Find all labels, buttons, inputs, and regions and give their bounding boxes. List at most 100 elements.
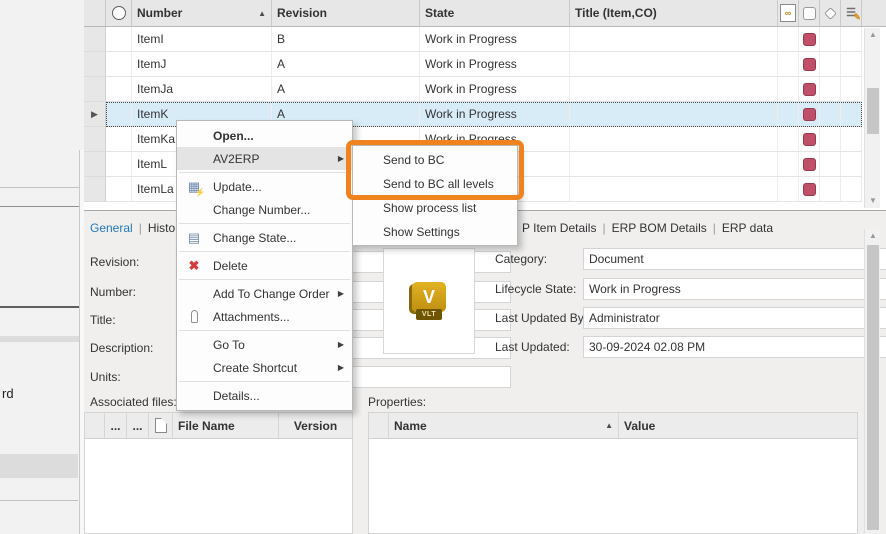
cell-icon	[778, 127, 799, 151]
cell-select[interactable]	[106, 52, 132, 76]
properties-table-header: Name▲ Value	[369, 413, 857, 439]
scroll-up-icon[interactable]: ▲	[865, 229, 881, 243]
select-all-column-header[interactable]	[106, 0, 132, 26]
table-row[interactable]: ItemJaAWork in Progress	[84, 77, 886, 102]
menu-item-update[interactable]: Update...	[177, 175, 352, 198]
menu-item-label: Create Shortcut	[213, 361, 297, 375]
column-header-tags[interactable]	[820, 0, 841, 26]
files-header-icon-col[interactable]	[149, 413, 173, 438]
menu-item-change-number[interactable]: Change Number...	[177, 198, 352, 221]
cell-title	[570, 152, 778, 176]
field-label-number: Number:	[90, 285, 136, 299]
properties-header-value[interactable]: Value	[619, 413, 857, 438]
cell-select[interactable]	[106, 127, 132, 151]
left-panel-item[interactable]	[0, 454, 78, 478]
menu-item-av2erp[interactable]: AV2ERP▶	[177, 147, 352, 170]
files-header-file-name[interactable]: File Name	[173, 413, 279, 438]
menu-item-label: Attachments...	[213, 310, 290, 324]
cell-icon	[820, 177, 841, 201]
table-row[interactable]: ItemJAWork in Progress	[84, 52, 886, 77]
menu-item-change-state[interactable]: Change State...	[177, 226, 352, 249]
submenu-item-show-process-list[interactable]: Show process list	[353, 196, 517, 220]
properties-header-gutter	[369, 413, 389, 438]
column-header-number[interactable]: Number▲	[132, 0, 272, 26]
menu-item-details[interactable]: Details...	[177, 384, 352, 407]
row-cells: ItemJaAWork in Progress	[106, 77, 862, 102]
menu-item-create-shortcut[interactable]: Create Shortcut▶	[177, 356, 352, 379]
menu-item-label: Update...	[213, 180, 262, 194]
field-value-last-updated[interactable]: 30-09-2024 02.08 PM	[583, 336, 886, 358]
cell-select[interactable]	[106, 177, 132, 201]
scrollbar-thumb[interactable]	[867, 245, 879, 530]
cell-icon	[778, 152, 799, 176]
menu-item-delete[interactable]: Delete	[177, 254, 352, 277]
tab-separator: |	[713, 221, 716, 235]
field-label-last-updated: Last Updated:	[495, 340, 570, 354]
cell-select[interactable]	[106, 77, 132, 101]
column-header-edit-list[interactable]: ☰	[841, 0, 862, 26]
submenu-arrow-icon: ▶	[338, 289, 344, 298]
files-table-header: ... ... File Name Version	[85, 413, 352, 439]
link-document-icon: ∞	[780, 4, 796, 22]
column-label: State	[425, 6, 454, 20]
row-cells: ItemJAWork in Progress	[106, 52, 862, 77]
cell-icon	[778, 77, 799, 101]
cell-select[interactable]	[106, 152, 132, 176]
cell-icon	[841, 102, 862, 126]
scroll-up-icon[interactable]: ▲	[865, 28, 881, 42]
files-header-dots1[interactable]: ...	[105, 413, 127, 438]
field-value-category[interactable]: Document	[583, 248, 886, 270]
menu-item-open[interactable]: Open...	[177, 124, 352, 147]
cell-icon	[778, 102, 799, 126]
files-header-dots2[interactable]: ...	[127, 413, 149, 438]
field-value-lifecycle-state[interactable]: Work in Progress	[583, 278, 886, 300]
tab-histo[interactable]: Histo	[148, 221, 175, 235]
menu-item-go-to[interactable]: Go To▶	[177, 333, 352, 356]
column-label: Title (Item,CO)	[575, 6, 657, 20]
table-row[interactable]: ItemIBWork in Progress	[84, 27, 886, 52]
field-label-description: Description:	[90, 341, 153, 355]
status-flag-icon	[803, 133, 816, 146]
cell-icon	[820, 77, 841, 101]
scroll-down-icon[interactable]: ▼	[865, 194, 881, 208]
column-header-links[interactable]: ∞	[778, 0, 799, 26]
cell-number: ItemJa	[132, 77, 272, 101]
cell-icon	[841, 27, 862, 51]
menu-item-label: Delete	[213, 259, 248, 273]
tab-p-item-details[interactable]: P Item Details	[522, 221, 596, 235]
submenu-item-show-settings[interactable]: Show Settings	[353, 220, 517, 244]
tab-erp-data[interactable]: ERP data	[722, 221, 773, 235]
details-vertical-scrollbar[interactable]: ▲	[864, 229, 880, 534]
cell-select[interactable]	[106, 102, 132, 126]
files-header-version[interactable]: Version	[279, 413, 352, 438]
field-label-last-updated-by: Last Updated By:	[495, 311, 587, 325]
cell-select[interactable]	[106, 27, 132, 51]
column-header-status[interactable]	[799, 0, 820, 26]
field-label-lifecycle-state: Lifecycle State:	[495, 282, 576, 296]
submenu-item-send-to-bc-all-levels[interactable]: Send to BC all levels	[353, 172, 517, 196]
field-label-title: Title:	[90, 313, 116, 327]
tab-erp-bom-details[interactable]: ERP BOM Details	[612, 221, 707, 235]
cell-icon	[799, 77, 820, 101]
cell-title	[570, 52, 778, 76]
menu-separator	[179, 251, 350, 252]
cell-icon	[820, 102, 841, 126]
menu-item-attachments[interactable]: Attachments...	[177, 305, 352, 328]
cell-icon	[820, 52, 841, 76]
column-label: Revision	[277, 6, 327, 20]
menu-item-label: Change State...	[213, 231, 296, 245]
attachments-icon	[186, 309, 202, 325]
divider	[0, 187, 80, 188]
grid-vertical-scrollbar[interactable]: ▲ ▼	[864, 28, 880, 208]
column-header-title[interactable]: Title (Item,CO)	[570, 0, 778, 26]
properties-header-name[interactable]: Name▲	[389, 413, 619, 438]
menu-item-add-to-change-order[interactable]: Add To Change Order▶	[177, 282, 352, 305]
column-header-state[interactable]: State	[420, 0, 570, 26]
submenu-item-send-to-bc[interactable]: Send to BC	[353, 148, 517, 172]
column-header-revision[interactable]: Revision	[272, 0, 420, 26]
field-value-last-updated-by[interactable]: Administrator	[583, 307, 886, 329]
row-gutter	[84, 77, 106, 102]
tab-general[interactable]: General	[90, 221, 133, 235]
details-tabs-right: P Item Details|ERP BOM Details|ERP data	[522, 221, 773, 235]
scrollbar-thumb[interactable]	[867, 88, 879, 134]
